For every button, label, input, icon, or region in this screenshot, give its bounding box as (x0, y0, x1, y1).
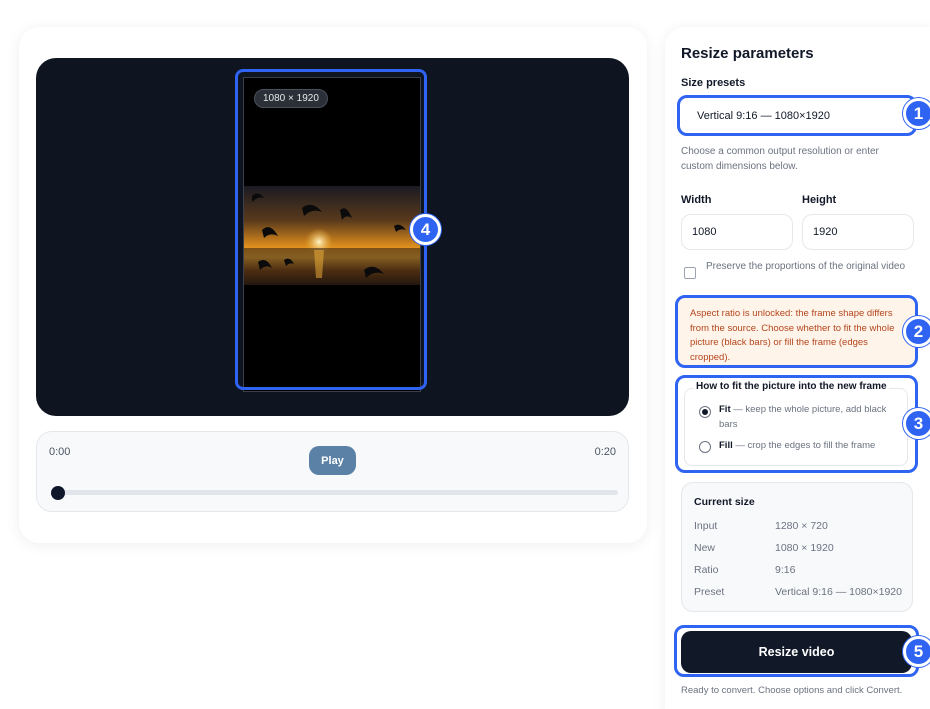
fill-option-label: Fill — crop the edges to fill the frame (719, 439, 904, 454)
input-size-key: Input (694, 520, 718, 532)
size-preset-select[interactable]: Vertical 9:16 — 1080×1920 (677, 95, 917, 136)
seek-slider-thumb[interactable] (51, 486, 65, 500)
preview-card: 1080 × 1920 0:00 Play 0:20 (19, 27, 647, 543)
play-button[interactable]: Play (309, 446, 356, 475)
fill-option-desc: — crop the edges to fill the frame (732, 440, 876, 451)
size-presets-label: Size presets (681, 77, 746, 89)
resize-video-button[interactable]: Resize video (681, 631, 912, 673)
preserve-proportions-label: Preserve the proportions of the original… (706, 261, 906, 272)
fit-mode-legend: How to fit the picture into the new fram… (694, 381, 889, 392)
fit-option-name: Fit (719, 404, 731, 415)
seek-slider[interactable] (51, 486, 618, 500)
annotation-badge-5: 5 (903, 636, 930, 667)
annotation-badge-2: 2 (903, 316, 930, 347)
new-size-value: 1080 × 1920 (775, 542, 834, 554)
highlight-frame (235, 69, 427, 390)
ratio-value: 9:16 (775, 564, 796, 576)
height-input[interactable]: 1920 (802, 214, 914, 250)
current-size-card: Current size Input 1280 × 720 New 1080 ×… (681, 482, 913, 612)
panel-title: Resize parameters (681, 45, 814, 62)
preserve-proportions-checkbox[interactable] (684, 267, 696, 279)
time-start: 0:00 (49, 446, 71, 458)
input-size-value: 1280 × 720 (775, 520, 828, 532)
new-size-key: New (694, 542, 716, 554)
fit-mode-fieldset: Fit — keep the whole picture, add black … (684, 388, 908, 466)
width-input[interactable]: 1080 (681, 214, 793, 250)
annotation-badge-4: 4 (410, 214, 441, 245)
height-label: Height (802, 194, 837, 206)
width-label: Width (681, 194, 712, 206)
resize-button-highlight: Resize video (674, 625, 919, 677)
fit-option-desc: — keep the whole picture, add black bars (719, 404, 887, 430)
fill-radio[interactable] (699, 441, 711, 453)
fill-option-name: Fill (719, 440, 733, 451)
fit-radio[interactable] (699, 406, 711, 418)
annotation-badge-3: 3 (903, 408, 930, 439)
ratio-key: Ratio (694, 564, 719, 576)
fit-mode-group: Fit — keep the whole picture, add black … (675, 375, 918, 473)
preset-value: Vertical 9:16 — 1080×1920 (775, 586, 902, 598)
preset-key: Preset (694, 586, 725, 598)
fit-option-label: Fit — keep the whole picture, add black … (719, 403, 904, 432)
aspect-ratio-warning: Aspect ratio is unlocked: the frame shap… (675, 295, 918, 368)
status-text: Ready to convert. Choose options and cli… (681, 685, 903, 696)
current-size-title: Current size (694, 496, 755, 508)
time-end: 0:20 (594, 446, 616, 458)
playback-controls: 0:00 Play 0:20 (36, 431, 629, 512)
video-stage: 1080 × 1920 (36, 58, 629, 416)
resize-parameters-panel: Resize parameters Size presets Vertical … (665, 27, 930, 709)
preset-help-text: Choose a common output resolution or ent… (681, 146, 879, 172)
annotation-badge-1: 1 (903, 98, 930, 129)
